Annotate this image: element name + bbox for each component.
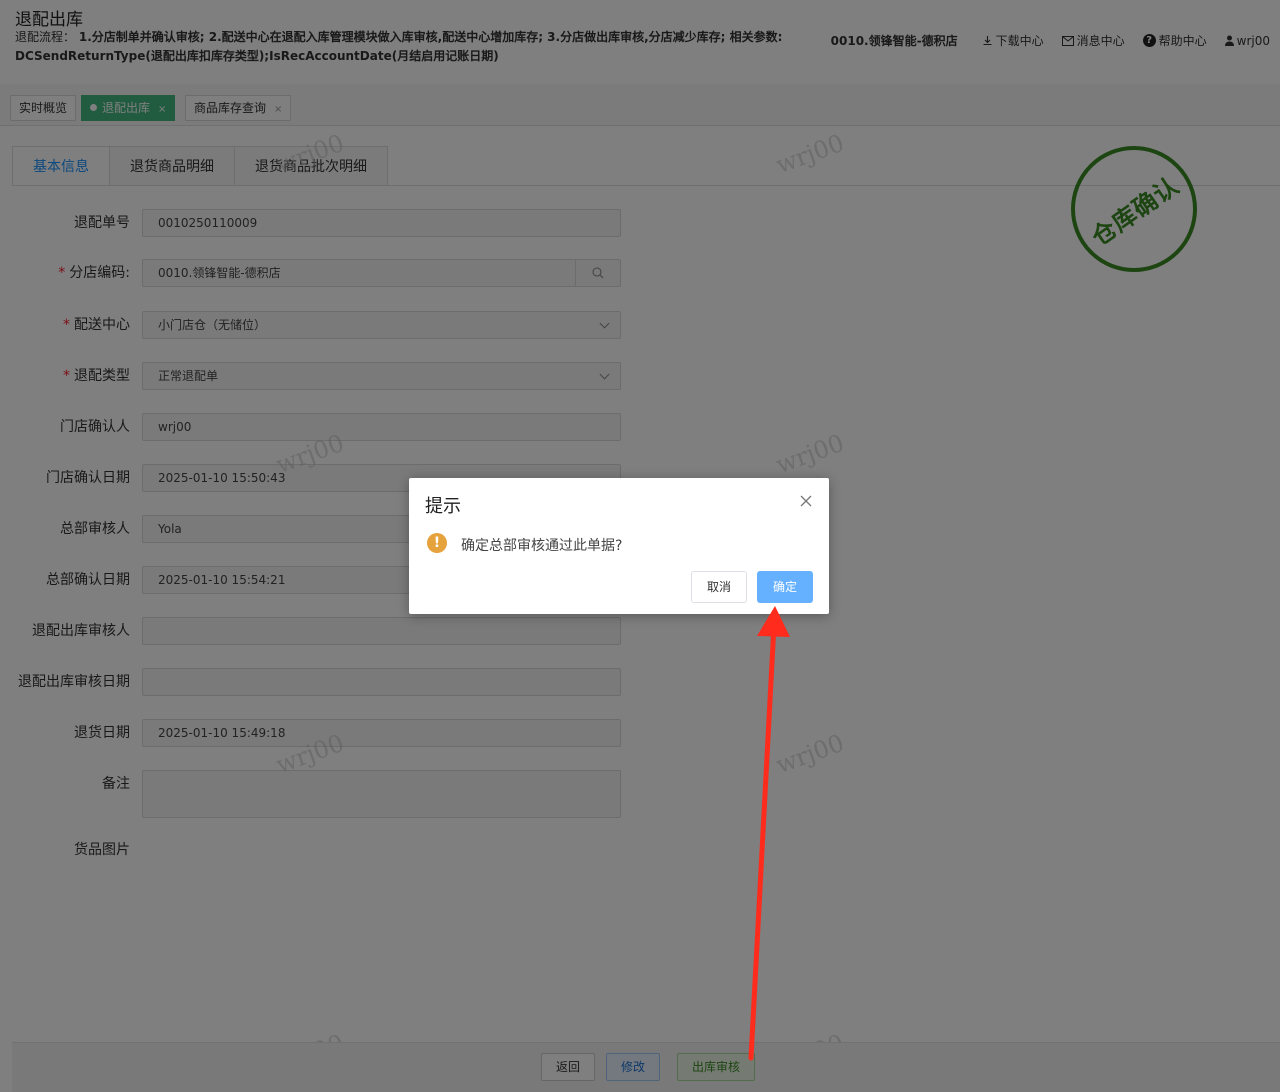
annotation-arrow: [748, 606, 790, 1061]
